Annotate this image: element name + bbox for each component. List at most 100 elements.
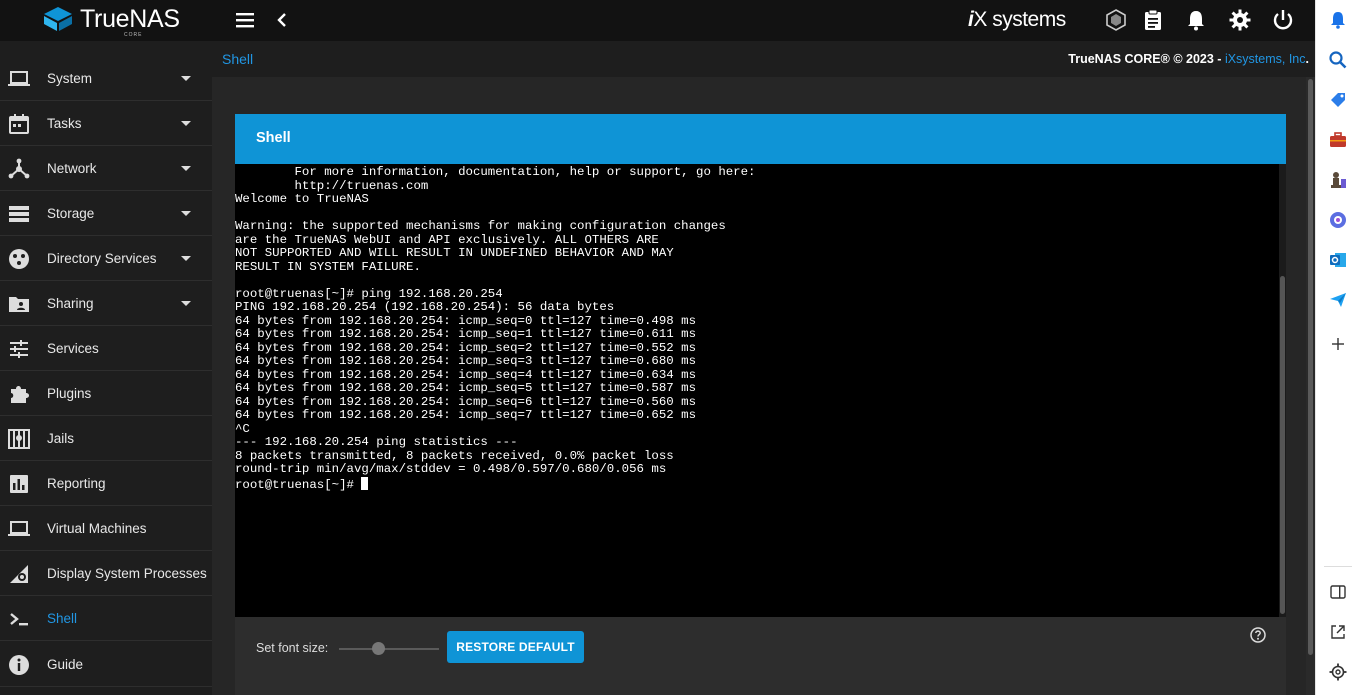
terminal-line: Warning: the supported mechanisms for ma…	[235, 219, 726, 233]
logo-text: TrueNAS	[80, 5, 180, 33]
terminal-line: 64 bytes from 192.168.20.254: icmp_seq=5…	[235, 381, 697, 395]
outlook-icon[interactable]	[1328, 250, 1348, 270]
bell-icon[interactable]	[1328, 10, 1348, 30]
terminal-line: 64 bytes from 192.168.20.254: icmp_seq=4…	[235, 367, 697, 382]
sidebar-item-tasks[interactable]: Tasks	[0, 102, 212, 146]
sidebar: System Tasks Network Storage Directory S…	[0, 41, 212, 695]
power-icon[interactable]	[1272, 9, 1294, 36]
sidebar-item-shell[interactable]: Shell	[0, 597, 212, 641]
laptop-icon	[8, 71, 30, 86]
folder-share-icon	[9, 297, 29, 312]
process-icon	[10, 565, 28, 583]
shell-card: Shell For more information, documentatio…	[235, 114, 1286, 695]
terminal-line: PING 192.168.20.254 (192.168.20.254): 56…	[235, 300, 615, 314]
terminal-line: 64 bytes from 192.168.20.254: icmp_seq=1…	[235, 327, 697, 341]
terminal-line: 64 bytes from 192.168.20.254: icmp_seq=0…	[235, 313, 697, 328]
terminal-line: 64 bytes from 192.168.20.254: icmp_seq=2…	[235, 340, 697, 355]
tag-icon[interactable]	[1328, 90, 1348, 110]
sidebar-item-label: Guide	[47, 657, 84, 672]
sidebar-item-directory-services[interactable]: Directory Services	[0, 237, 212, 281]
tune-icon	[10, 340, 28, 358]
send-icon[interactable]	[1328, 290, 1348, 310]
truecommand-icon[interactable]	[1106, 9, 1126, 36]
sidebar-item-label: Services	[47, 341, 99, 356]
truenas-logo[interactable]: TrueNAS CORE	[42, 5, 180, 38]
briefcase-icon[interactable]	[1328, 130, 1348, 150]
terminal-line: root@truenas[~]# ping 192.168.20.254	[235, 286, 503, 301]
search-icon[interactable]	[1328, 50, 1348, 70]
terminal-scrollbar[interactable]	[1279, 164, 1286, 617]
terminal-prompt-line: root@truenas[~]#	[235, 476, 756, 493]
ixsystems-suffix: systems	[986, 8, 1066, 31]
external-link-icon[interactable]	[1328, 622, 1348, 642]
font-size-label: Set font size:	[256, 641, 329, 655]
shell-card-header: Shell	[235, 114, 1286, 164]
terminal-line: round-trip min/avg/max/stddev = 0.498/0.…	[235, 462, 667, 476]
sidebar-item-storage[interactable]: Storage	[0, 192, 212, 236]
caret-down-icon	[181, 211, 191, 216]
terminal-line: are the TrueNAS WebUI and API exclusivel…	[235, 232, 659, 247]
clipboard-icon[interactable]	[1143, 9, 1163, 36]
breadcrumb[interactable]: Shell	[222, 51, 253, 67]
sidebar-item-reporting[interactable]: Reporting	[0, 462, 212, 506]
sidebar-item-virtual-machines[interactable]: Virtual Machines	[0, 507, 212, 551]
caret-down-icon	[181, 121, 191, 126]
sidebar-item-label: Sharing	[47, 296, 94, 311]
terminal-line: 64 bytes from 192.168.20.254: icmp_seq=3…	[235, 354, 697, 368]
caret-down-icon	[181, 166, 191, 171]
chart-icon	[10, 475, 28, 493]
chess-icon[interactable]	[1328, 170, 1348, 190]
logo-subtext: CORE	[124, 32, 143, 38]
laptop-icon	[8, 521, 30, 536]
page-scrollbar[interactable]	[1306, 77, 1315, 695]
copyright: TrueNAS CORE® © 2023 - iXsystems, Inc.	[1068, 52, 1309, 66]
font-size-slider-knob[interactable]	[372, 642, 385, 655]
top-bar: TrueNAS CORE iX systems	[0, 0, 1315, 41]
font-size-row: Set font size: RESTORE DEFAULT	[235, 617, 1286, 695]
page-scrollbar-thumb[interactable]	[1308, 79, 1313, 655]
jail-icon	[8, 429, 30, 449]
settings-icon[interactable]	[1328, 662, 1348, 682]
caret-down-icon	[181, 301, 191, 306]
terminal-prompt: root@truenas[~]#	[235, 477, 362, 492]
sidebar-item-guide[interactable]: Guide	[0, 643, 212, 687]
sidebar-item-jails[interactable]: Jails	[0, 417, 212, 461]
copilot-icon[interactable]	[1328, 210, 1348, 230]
menu-icon[interactable]	[235, 11, 255, 34]
sidebar-item-plugins[interactable]: Plugins	[0, 372, 212, 416]
directory-icon	[9, 249, 29, 269]
help-icon[interactable]	[1250, 627, 1266, 648]
terminal-line: --- 192.168.20.254 ping statistics ---	[235, 435, 518, 449]
plus-icon[interactable]	[1328, 334, 1348, 354]
terminal-output: For more information, documentation, hel…	[235, 165, 756, 493]
sidebar-item-services[interactable]: Services	[0, 327, 212, 371]
terminal-scrollbar-thumb[interactable]	[1280, 276, 1285, 614]
sidebar-item-display-system-processes[interactable]: Display System Processes	[0, 552, 212, 596]
sidebar-item-label: Reporting	[47, 476, 106, 491]
sidebar-item-label: Plugins	[47, 386, 92, 401]
font-size-slider[interactable]	[339, 648, 439, 650]
ixsystems-link[interactable]: iXsystems, Inc	[1225, 52, 1306, 66]
puzzle-icon	[11, 386, 29, 403]
restore-default-button[interactable]: RESTORE DEFAULT	[447, 631, 584, 663]
ixsystems-logo[interactable]: iX systems	[968, 8, 1066, 32]
main-content: Shell TrueNAS CORE® © 2023 - iXsystems, …	[212, 41, 1315, 695]
sidebar-item-label: Network	[47, 161, 97, 176]
sidebar-item-sharing[interactable]: Sharing	[0, 282, 212, 326]
split-view-icon[interactable]	[1328, 582, 1348, 602]
sidebar-item-system[interactable]: System	[0, 57, 212, 101]
terminal-line: http://truenas.com	[235, 178, 429, 193]
sidebar-item-label: Tasks	[47, 116, 82, 131]
ixsystems-text: X	[973, 8, 987, 31]
breadcrumb-bar: Shell TrueNAS CORE® © 2023 - iXsystems, …	[212, 41, 1315, 77]
calendar-icon	[9, 114, 29, 134]
sidebar-item-network[interactable]: Network	[0, 147, 212, 191]
terminal-line: 64 bytes from 192.168.20.254: icmp_seq=6…	[235, 394, 697, 409]
gear-icon[interactable]	[1229, 9, 1251, 36]
terminal[interactable]: For more information, documentation, hel…	[235, 164, 1286, 617]
info-icon	[9, 655, 29, 675]
bell-icon[interactable]	[1186, 9, 1206, 36]
chevron-left-icon[interactable]	[275, 11, 289, 34]
storage-icon	[9, 206, 29, 222]
